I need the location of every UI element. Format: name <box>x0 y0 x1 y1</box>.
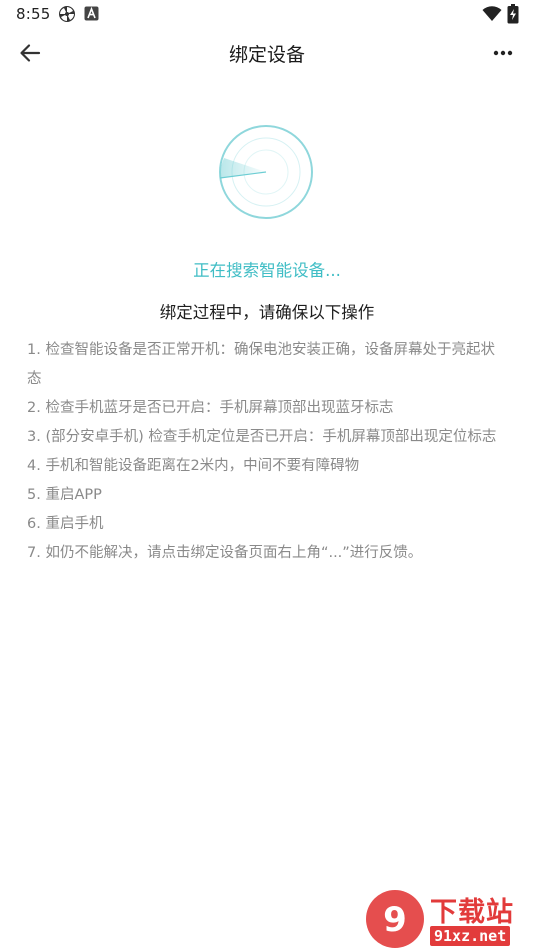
watermark: 9 下载站 91xz.net <box>364 888 534 950</box>
wifi-icon <box>482 6 502 26</box>
instruction-item: 5. 重启APP <box>27 487 102 503</box>
instruction-item: 3. (部分安卓手机) 检查手机定位是否已开启：手机屏幕顶部出现定位标志 <box>27 429 497 445</box>
svg-text:9: 9 <box>383 900 407 940</box>
watermark-logo-icon: 9 <box>366 890 424 948</box>
instruction-item: 2. 检查手机蓝牙是否已开启：手机屏幕顶部出现蓝牙标志 <box>27 400 394 416</box>
status-time: 8:55 <box>16 5 51 23</box>
instructions-title: 绑定过程中，请确保以下操作 <box>159 303 375 322</box>
instruction-item: 1. 检查智能设备是否正常开机：确保电池安装正确，设备屏幕处于亮起状态 <box>27 342 495 387</box>
page-title: 绑定设备 <box>228 44 305 66</box>
battery-charging-icon <box>507 4 519 28</box>
radar-scan-icon <box>218 124 314 220</box>
pinwheel-icon <box>58 5 76 27</box>
more-dots-icon <box>493 50 513 56</box>
nav-bar: 绑定设备 <box>0 28 534 78</box>
search-status-text: 正在搜索智能设备... <box>193 261 341 280</box>
instruction-item: 4. 手机和智能设备距离在2米内，中间不要有障碍物 <box>27 458 360 474</box>
instructions-list: 1. 检查智能设备是否正常开机：确保电池安装正确，设备屏幕处于亮起状态 2. 检… <box>27 336 509 568</box>
status-bar: 8:55 <box>0 0 534 28</box>
more-button[interactable] <box>488 40 518 66</box>
a-badge-icon <box>84 6 99 25</box>
instruction-item: 6. 重启手机 <box>27 516 104 532</box>
instruction-item: 7. 如仍不能解决，请点击绑定设备页面右上角“...”进行反馈。 <box>27 545 423 561</box>
watermark-line1: 下载站 <box>430 897 514 928</box>
watermark-line2: 91xz.net <box>430 926 511 946</box>
